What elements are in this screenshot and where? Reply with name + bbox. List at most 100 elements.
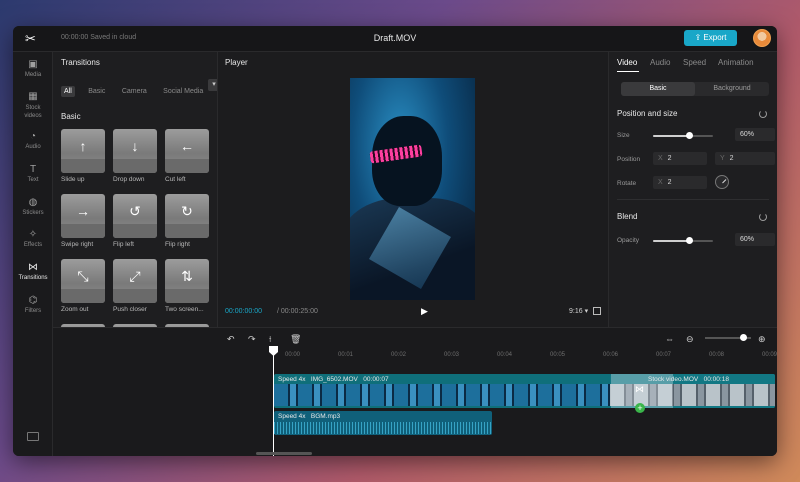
size-label: Size bbox=[617, 132, 630, 139]
player-title: Player bbox=[225, 58, 248, 67]
zoom-out-icon[interactable]: ⊖ bbox=[686, 334, 694, 344]
transitions-icon: ⋈ bbox=[28, 262, 38, 273]
transition-label: Swipe right bbox=[61, 241, 94, 248]
thumb-ground bbox=[61, 224, 105, 238]
rail-item-audio[interactable]: ◔ Audio bbox=[13, 132, 53, 151]
transition-drop-icon: ⋈ bbox=[635, 384, 644, 394]
tab-basic[interactable]: Basic bbox=[85, 86, 108, 97]
zoom-in-icon[interactable]: ⊕ bbox=[758, 334, 766, 344]
total-time: / 00:00:25:00 bbox=[277, 308, 318, 315]
split-icon[interactable]: ⟊ bbox=[269, 334, 271, 344]
rotate-field[interactable]: X2 bbox=[653, 176, 707, 189]
tab-speed[interactable]: Speed bbox=[683, 58, 706, 67]
clip-name: IMG_6502.MOV bbox=[310, 376, 358, 383]
opacity-slider-fill bbox=[653, 240, 689, 242]
ruler-label: 00:01 bbox=[338, 352, 354, 358]
rail-item-effects[interactable]: ✧ Effects bbox=[13, 230, 53, 249]
transition-thumb[interactable]: ⤡ bbox=[61, 259, 105, 303]
export-button[interactable]: ⇪ Export bbox=[684, 30, 737, 46]
top-bar: ✂ 00:00:00 Saved in cloud Draft.MOV ⇪ Ex… bbox=[13, 26, 777, 52]
play-icon[interactable]: ▶ bbox=[421, 306, 429, 316]
stickers-icon: ◍ bbox=[28, 197, 38, 208]
position-x-field[interactable]: X2 bbox=[653, 152, 707, 165]
rail-item-text[interactable]: T Text bbox=[13, 165, 53, 184]
tab-social-media[interactable]: Social Media bbox=[160, 86, 206, 97]
reset-icon[interactable] bbox=[759, 110, 767, 118]
transition-thumb[interactable]: ↑ bbox=[61, 129, 105, 173]
fit-icon[interactable]: ⇔ bbox=[665, 334, 674, 344]
avatar[interactable] bbox=[753, 29, 771, 47]
rail-label: Stock videos bbox=[24, 105, 42, 119]
redo-icon[interactable]: ↷ bbox=[248, 334, 256, 344]
thumb-ground bbox=[165, 289, 209, 303]
tab-video[interactable]: Video bbox=[617, 58, 637, 67]
ruler-label: 00:02 bbox=[391, 352, 407, 358]
keyboard-icon[interactable] bbox=[27, 432, 39, 441]
seg-background[interactable]: Background bbox=[695, 82, 769, 96]
rail-item-media[interactable]: ▣ Media bbox=[13, 60, 53, 79]
rail-item-filters[interactable]: ⌬ Filters bbox=[13, 295, 53, 315]
undo-icon[interactable]: ↶ bbox=[227, 334, 235, 344]
tab-all[interactable]: All bbox=[61, 86, 75, 97]
clip-label: Speed 4x IMG_6502.MOV 00:00:07 bbox=[278, 376, 389, 383]
video-preview[interactable] bbox=[350, 78, 475, 300]
blend-title: Blend bbox=[617, 212, 638, 221]
stock-videos-icon: ▦ bbox=[28, 91, 38, 102]
transition-label: Two screen... bbox=[165, 306, 204, 313]
audio-clip[interactable]: Speed 4x BGM.mp3 bbox=[274, 411, 492, 435]
transition-thumb[interactable]: ⤢ bbox=[113, 259, 157, 303]
project-title[interactable]: Draft.MOV bbox=[13, 33, 777, 43]
opacity-slider-knob[interactable] bbox=[686, 237, 693, 244]
opacity-slider[interactable] bbox=[653, 237, 713, 244]
position-x-value: 2 bbox=[667, 155, 672, 162]
blend-reset-icon[interactable] bbox=[759, 213, 767, 221]
ruler-label: 00:08 bbox=[709, 352, 725, 358]
position-size-title: Position and size bbox=[617, 109, 678, 118]
audio-waveform bbox=[274, 422, 492, 434]
ratio-value: 9:16 bbox=[569, 308, 583, 315]
transition-thumb[interactable]: ↻ bbox=[165, 194, 209, 238]
seg-basic[interactable]: Basic bbox=[621, 82, 695, 96]
chevron-down-icon[interactable]: ▾ bbox=[208, 79, 217, 91]
transition-label: Flip right bbox=[165, 241, 190, 248]
playhead[interactable] bbox=[273, 349, 274, 456]
rail-label: Audio bbox=[25, 144, 41, 150]
zoom-slider-knob[interactable] bbox=[740, 334, 747, 341]
zoom-slider[interactable] bbox=[705, 334, 751, 341]
tab-animation[interactable]: Animation bbox=[718, 58, 754, 67]
rail-item-transitions[interactable]: ⋈ Transitions bbox=[13, 262, 53, 282]
size-slider[interactable] bbox=[653, 132, 713, 139]
aspect-ratio-select[interactable]: 9:16 ▾ bbox=[569, 307, 588, 315]
position-label: Position bbox=[617, 156, 641, 163]
rail-label: Media bbox=[24, 72, 42, 78]
rotate-dial-icon[interactable] bbox=[715, 175, 729, 189]
tab-audio[interactable]: Audio bbox=[650, 58, 670, 67]
opacity-field[interactable]: 60% bbox=[735, 233, 775, 246]
transition-arrow-icon: ↺ bbox=[129, 203, 141, 219]
transition-arrow-icon: ⤢ bbox=[129, 268, 141, 284]
opacity-label: Opacity bbox=[617, 237, 640, 244]
rail-item-stock-videos[interactable]: ▦ Stock videos bbox=[13, 92, 53, 120]
rail-item-stickers[interactable]: ◍ Stickers bbox=[13, 197, 53, 217]
left-rail: ▣ Media ▦ Stock videos ◔ Audio T Text ◍ … bbox=[13, 52, 53, 456]
transition-arrow-icon: ↑ bbox=[79, 138, 87, 154]
tab-camera[interactable]: Camera bbox=[119, 86, 150, 97]
transition-thumb[interactable]: ↺ bbox=[113, 194, 157, 238]
size-slider-fill bbox=[653, 135, 689, 137]
transition-arrow-icon: ⇅ bbox=[181, 268, 193, 284]
filters-icon: ⌬ bbox=[28, 295, 38, 306]
transition-thumb[interactable]: ↓ bbox=[113, 129, 157, 173]
horizontal-scrollbar[interactable] bbox=[256, 452, 312, 455]
size-field[interactable]: 60% bbox=[735, 128, 775, 141]
add-transition-badge-icon[interactable]: + bbox=[635, 403, 645, 413]
position-y-field[interactable]: Y2 bbox=[715, 152, 775, 165]
transition-thumb[interactable]: ← bbox=[165, 129, 209, 173]
transition-thumb[interactable]: → bbox=[61, 194, 105, 238]
divider bbox=[617, 199, 769, 200]
size-slider-knob[interactable] bbox=[686, 132, 693, 139]
player-panel: Player 00:00:00:00 / 00:00:25:00 ▶ 9:16 … bbox=[219, 52, 607, 327]
delete-icon[interactable]: 🗑 bbox=[290, 334, 301, 344]
clip-speed: Speed 4x bbox=[278, 376, 306, 383]
transition-thumb[interactable]: ⇅ bbox=[165, 259, 209, 303]
fullscreen-icon[interactable] bbox=[593, 307, 601, 315]
